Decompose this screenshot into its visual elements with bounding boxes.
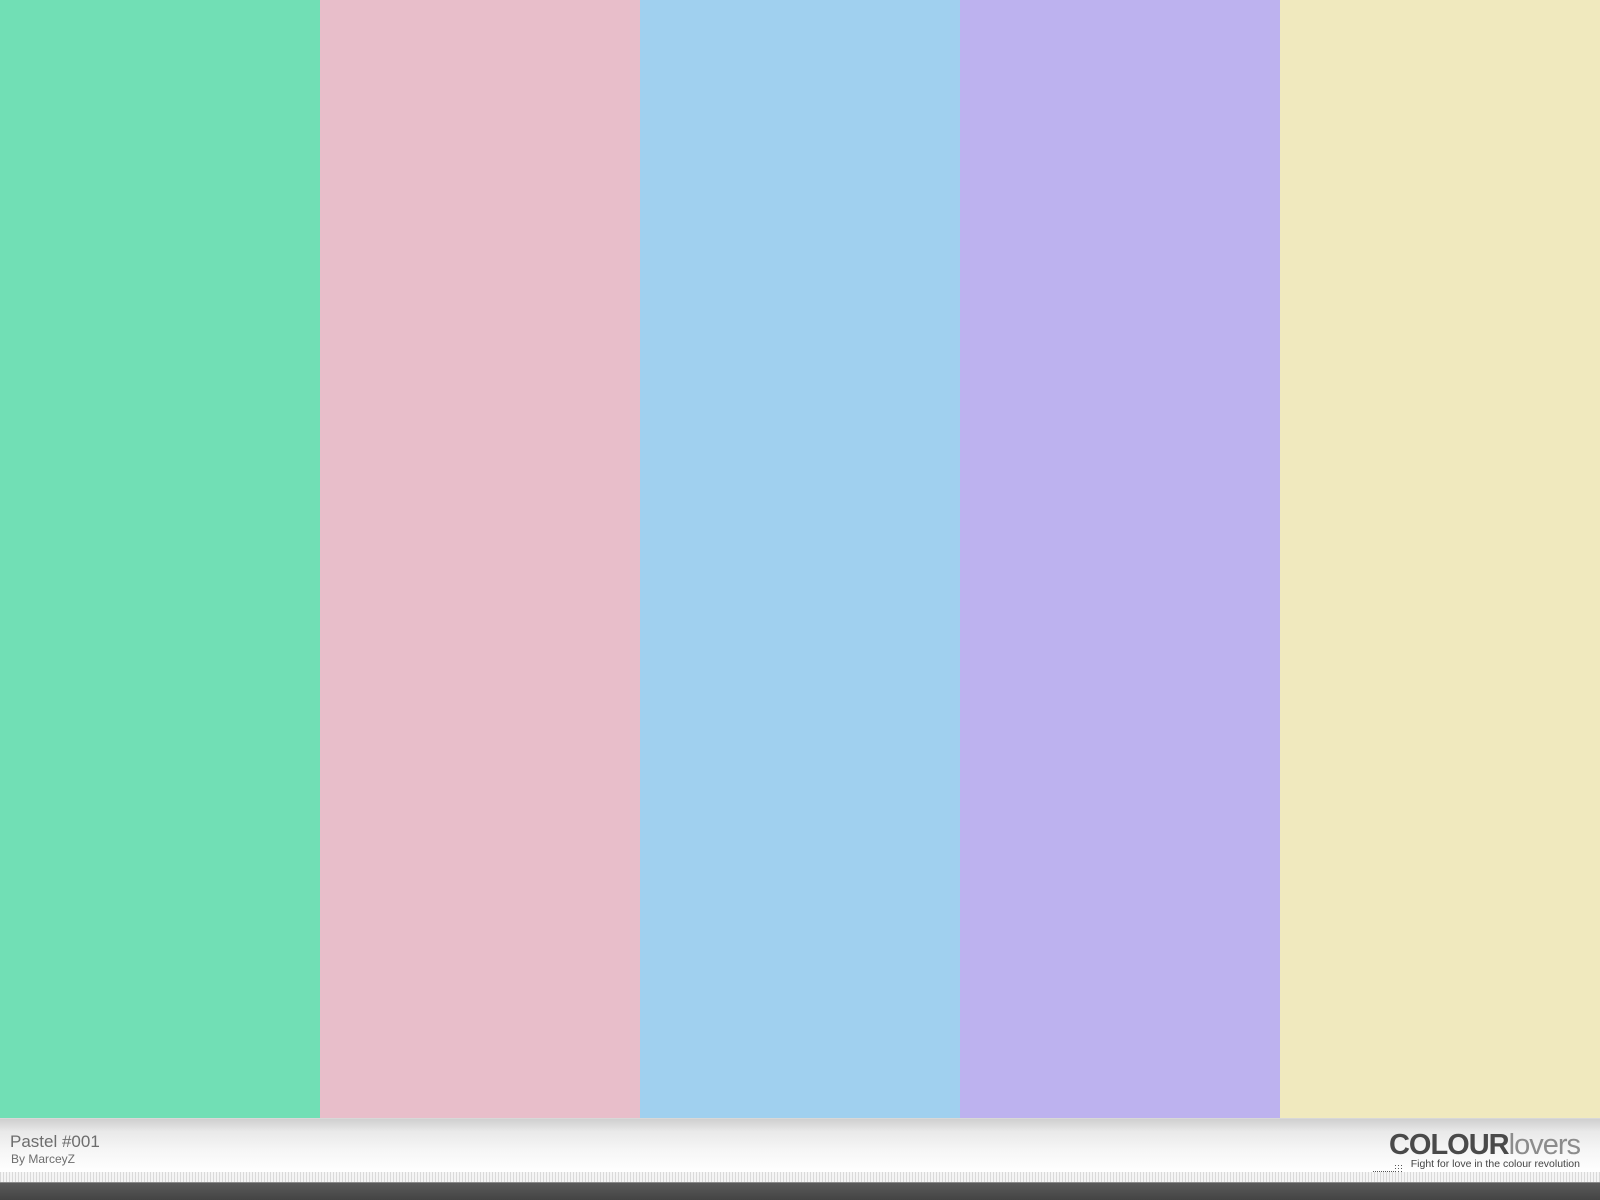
color-swatch-3 [640,0,960,1118]
bottom-bar [0,1182,1600,1200]
logo-wordmark: COLOURlovers [1388,1129,1581,1161]
colourlovers-logo[interactable]: COLOURlovers Fight for love in the colou… [1360,1129,1581,1173]
logo-light-text: lovers [1508,1129,1581,1161]
logo-tagline-row: Fight for love in the colour revolution [1372,1158,1580,1173]
color-swatch-5 [1280,0,1600,1118]
logo-tagline: Fight for love in the colour revolution [1410,1158,1580,1170]
palette-author: By MarceyZ [11,1152,76,1166]
dots-icon [1372,1160,1407,1173]
color-swatch-4 [960,0,1280,1118]
logo-bold-text: COLOUR [1388,1129,1510,1161]
palette-title: Pastel #001 [10,1132,100,1151]
color-swatch-2 [320,0,640,1118]
palette-footer: Pastel #001 By MarceyZ COLOURlovers Figh… [0,1118,1600,1182]
palette-page: Pastel #001 By MarceyZ COLOURlovers Figh… [0,0,1600,1200]
color-swatch-1 [0,0,320,1118]
palette-swatches [0,0,1600,1118]
footer-stripes [0,1172,1600,1182]
